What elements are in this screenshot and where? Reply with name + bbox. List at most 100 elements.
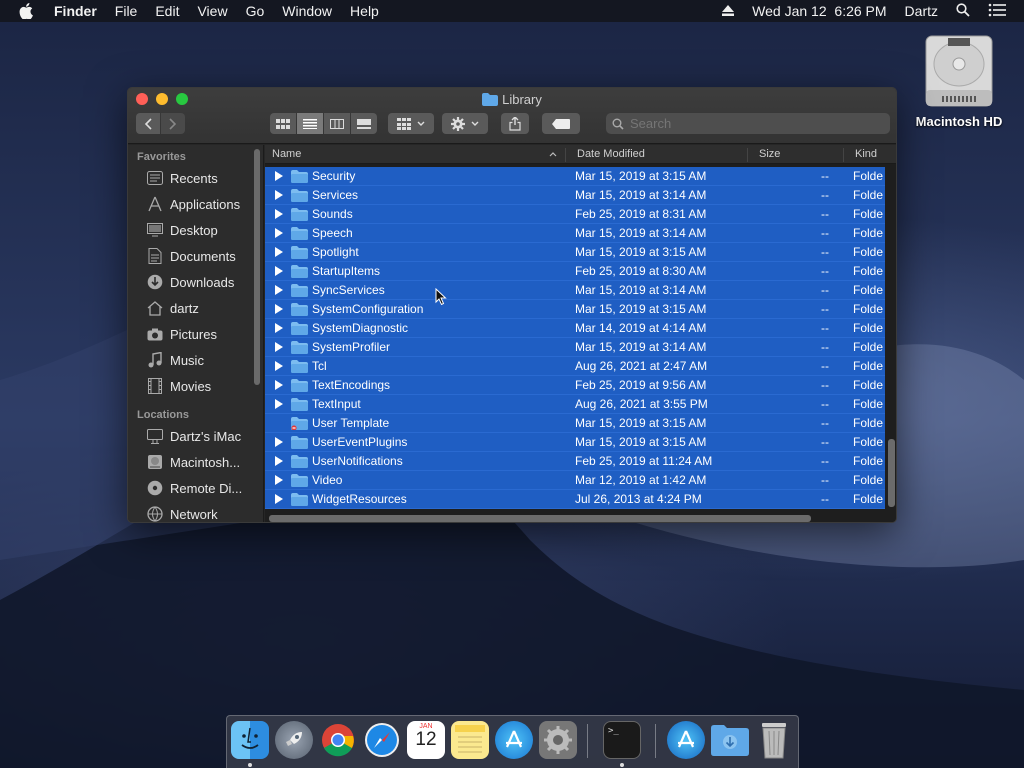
dock-safari[interactable]: [363, 721, 401, 759]
dock-system-preferences[interactable]: [539, 721, 577, 759]
column-header-kind[interactable]: Kind: [855, 148, 877, 160]
disclosure-triangle-icon[interactable]: [275, 437, 283, 447]
sidebar-item-home[interactable]: dartz: [128, 295, 263, 321]
table-row[interactable]: Spotlight Mar 15, 2019 at 3:15 AM -- Folder: [265, 243, 885, 262]
action-button[interactable]: [442, 113, 488, 134]
search-input[interactable]: [630, 116, 830, 131]
search-field[interactable]: [606, 113, 890, 134]
table-row[interactable]: Video Mar 12, 2019 at 1:42 AM -- Folder: [265, 471, 885, 490]
disclosure-triangle-icon[interactable]: [275, 190, 283, 200]
dock-app-store[interactable]: [495, 721, 533, 759]
table-row[interactable]: StartupItems Feb 25, 2019 at 8:30 AM -- Fol…: [265, 262, 885, 281]
sidebar-item-network[interactable]: Network: [128, 501, 263, 522]
dock-launchpad[interactable]: [275, 721, 313, 759]
disclosure-triangle-icon[interactable]: [275, 266, 283, 276]
sidebar-scrollbar[interactable]: [254, 149, 260, 385]
sidebar-item-applications[interactable]: Applications: [128, 191, 263, 217]
table-row[interactable]: SystemProfiler Mar 15, 2019 at 3:14 AM -- F…: [265, 338, 885, 357]
horizontal-scrollbar[interactable]: [269, 515, 811, 522]
disclosure-triangle-icon[interactable]: [275, 342, 283, 352]
menu-window[interactable]: Window: [282, 3, 332, 19]
disclosure-triangle-icon[interactable]: [275, 285, 283, 295]
sidebar-item-music[interactable]: Music: [128, 347, 263, 373]
forward-button[interactable]: [161, 113, 185, 134]
dock-trash[interactable]: [755, 721, 793, 759]
table-row[interactable]: TextInput Aug 26, 2021 at 3:55 PM -- Folder: [265, 395, 885, 414]
sidebar-item-documents[interactable]: Documents: [128, 243, 263, 269]
dock-applications-folder[interactable]: [667, 721, 705, 759]
dock-downloads-folder[interactable]: [711, 721, 749, 759]
table-row[interactable]: Sounds Feb 25, 2019 at 8:31 AM -- Folder: [265, 205, 885, 224]
table-row[interactable]: Tcl Aug 26, 2021 at 2:47 AM -- Folder: [265, 357, 885, 376]
table-row[interactable]: Security Mar 15, 2019 at 3:15 AM -- Folder: [265, 167, 885, 186]
column-divider[interactable]: [565, 148, 566, 162]
disclosure-triangle-icon[interactable]: [275, 171, 283, 181]
disclosure-triangle-icon[interactable]: [275, 475, 283, 485]
menu-go[interactable]: Go: [246, 3, 265, 19]
disclosure-triangle-icon[interactable]: [275, 399, 283, 409]
column-divider[interactable]: [747, 148, 748, 162]
disclosure-triangle-icon[interactable]: [275, 228, 283, 238]
eject-icon[interactable]: [722, 3, 735, 19]
share-button[interactable]: [501, 113, 529, 134]
table-row[interactable]: Services Mar 15, 2019 at 3:14 AM -- Folder: [265, 186, 885, 205]
sidebar-item-pictures[interactable]: Pictures: [128, 321, 263, 347]
disclosure-triangle-icon[interactable]: [275, 361, 283, 371]
group-button[interactable]: [388, 113, 434, 134]
table-row[interactable]: TextEncodings Feb 25, 2019 at 9:56 AM -- Fo…: [265, 376, 885, 395]
column-header-name[interactable]: Name: [272, 148, 301, 160]
disclosure-triangle-icon[interactable]: [275, 209, 283, 219]
table-row[interactable]: SyncServices Mar 15, 2019 at 3:14 AM -- Fol…: [265, 281, 885, 300]
menu-view[interactable]: View: [197, 3, 227, 19]
cell-name: SystemProfiler: [312, 340, 391, 354]
disclosure-triangle-icon[interactable]: [275, 247, 283, 257]
sidebar-item-imac[interactable]: Dartz's iMac: [128, 423, 263, 449]
column-header-date[interactable]: Date Modified: [577, 148, 645, 160]
sidebar-item-remote-disc[interactable]: Remote Di...: [128, 475, 263, 501]
desktop-macintosh-hd[interactable]: Macintosh HD: [914, 34, 1004, 129]
table-row[interactable]: SystemDiagnostic Mar 14, 2019 at 4:14 AM -…: [265, 319, 885, 338]
sidebar-item-recents[interactable]: Recents: [128, 165, 263, 191]
back-button[interactable]: [136, 113, 160, 134]
sidebar-item-macintosh-hd[interactable]: Macintosh...: [128, 449, 263, 475]
icon-view-button[interactable]: [270, 113, 296, 134]
table-row[interactable]: UserNotifications Feb 25, 2019 at 11:24 A…: [265, 452, 885, 471]
column-view-button[interactable]: [324, 113, 350, 134]
sidebar-item-desktop[interactable]: Desktop: [128, 217, 263, 243]
menu-help[interactable]: Help: [350, 3, 379, 19]
disclosure-triangle-icon[interactable]: [275, 380, 283, 390]
dock-notes[interactable]: [451, 721, 489, 759]
dock-calendar[interactable]: JAN 12: [407, 721, 445, 759]
disclosure-triangle-icon[interactable]: [275, 323, 283, 333]
vertical-scrollbar[interactable]: [888, 439, 895, 507]
list-view-button[interactable]: [297, 113, 323, 134]
dock-terminal[interactable]: >_: [603, 721, 641, 759]
table-row[interactable]: UserEventPlugins Mar 15, 2019 at 3:15 AM -…: [265, 433, 885, 452]
disclosure-triangle-icon[interactable]: [275, 456, 283, 466]
title-bar[interactable]: Library: [128, 88, 896, 144]
gallery-view-button[interactable]: [351, 113, 377, 134]
table-row[interactable]: SystemConfiguration Mar 15, 2019 at 3:15 …: [265, 300, 885, 319]
apple-menu-icon[interactable]: [19, 0, 39, 22]
cell-kind: Folder: [853, 321, 883, 335]
column-divider[interactable]: [843, 148, 844, 162]
table-row[interactable]: User Template Mar 15, 2019 at 3:15 AM -- Fo…: [265, 414, 885, 433]
menu-finder[interactable]: Finder: [54, 3, 97, 19]
menu-clock[interactable]: Wed Jan 12 6:26 PM: [752, 3, 886, 19]
spotlight-search-icon[interactable]: [956, 2, 970, 20]
menu-file[interactable]: File: [115, 3, 138, 19]
dock-chrome[interactable]: [319, 721, 357, 759]
dock-finder[interactable]: [231, 721, 269, 759]
notification-center-icon[interactable]: [988, 3, 1006, 20]
disclosure-triangle-icon[interactable]: [275, 494, 283, 504]
finder-window: Library Search Favorites Recents Applica…: [127, 87, 897, 523]
menu-user[interactable]: Dartz: [905, 3, 938, 19]
sidebar-item-downloads[interactable]: Downloads: [128, 269, 263, 295]
table-row[interactable]: Speech Mar 15, 2019 at 3:14 AM -- Folder: [265, 224, 885, 243]
sidebar-item-movies[interactable]: Movies: [128, 373, 263, 399]
menu-edit[interactable]: Edit: [155, 3, 179, 19]
disclosure-triangle-icon[interactable]: [275, 304, 283, 314]
tags-button[interactable]: [542, 113, 580, 134]
column-header-size[interactable]: Size: [759, 148, 780, 160]
table-row[interactable]: WidgetResources Jul 26, 2013 at 4:24 PM --…: [265, 490, 885, 509]
